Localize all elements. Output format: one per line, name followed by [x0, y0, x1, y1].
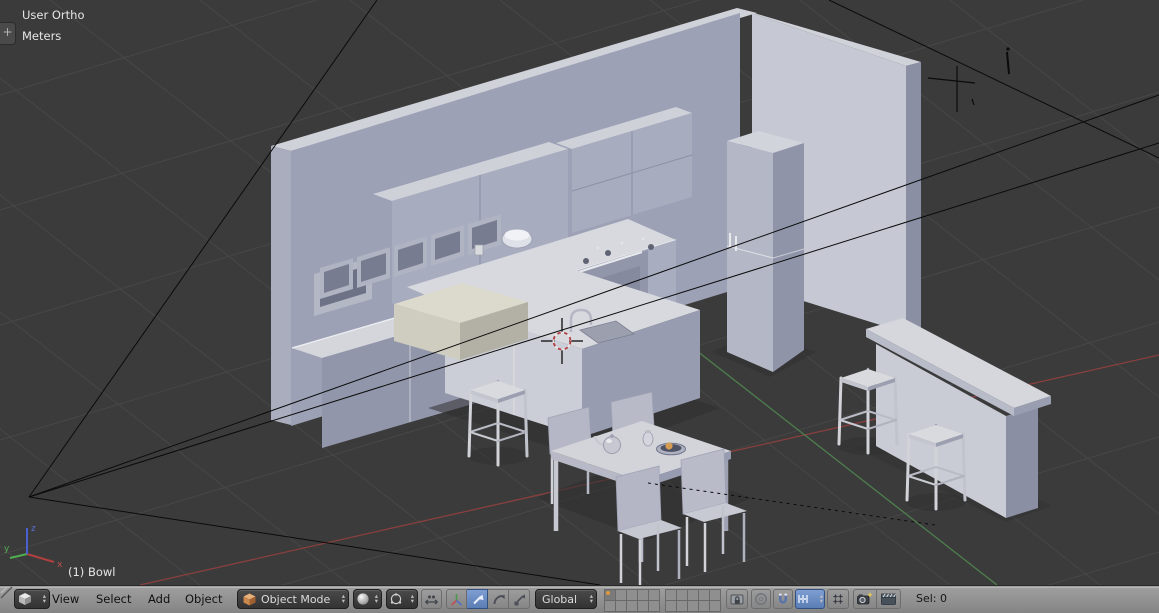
orientation-dropdown-label: Global	[542, 592, 578, 606]
scale-arrow-icon	[514, 593, 525, 605]
shelf-cup[interactable]	[474, 244, 484, 256]
snap-increment-icon	[798, 595, 808, 603]
active-object-label: (1) Bowl	[68, 565, 115, 579]
gizmo-x-label: x	[57, 560, 63, 570]
unit-label: Meters	[22, 29, 61, 43]
translate-arrow-icon	[472, 594, 483, 604]
layer-15[interactable]	[647, 599, 660, 612]
scene-lock-icon	[730, 594, 744, 605]
menu-view[interactable]: View	[48, 590, 83, 608]
absolute-grid-snap-icon	[833, 594, 843, 604]
rotate-widget-button[interactable]	[488, 589, 509, 609]
manipulate-centers-icon	[425, 595, 438, 605]
layer-20[interactable]	[708, 599, 721, 612]
opengl-render-animation-button[interactable]	[877, 589, 901, 609]
translate-widget-button[interactable]	[467, 589, 488, 609]
snap-element-dropdown[interactable]: ▴ ▾	[795, 589, 825, 609]
mode-dropdown[interactable]: Object Mode ▴ ▾	[237, 589, 349, 609]
render-camera-icon	[857, 592, 873, 605]
shading-stepper[interactable]: ▴ ▾	[375, 593, 379, 605]
opengl-render-image-button[interactable]	[853, 589, 877, 609]
pivot-stepper[interactable]: ▴ ▾	[411, 593, 415, 605]
orientation-stepper[interactable]: ▴ ▾	[590, 593, 594, 605]
absolute-grid-snap-button[interactable]	[827, 589, 849, 609]
transform-tripod-icon	[450, 593, 463, 606]
rotate-arc-icon	[493, 594, 505, 604]
snap-toggle-button[interactable]	[773, 589, 793, 609]
lock-to-scene-button[interactable]	[726, 589, 748, 609]
proportional-edit-circle-icon	[754, 592, 768, 606]
pivot-dropdown[interactable]: ▴ ▾	[386, 589, 418, 609]
gizmo-z-label: z	[31, 524, 36, 534]
mode-cube-icon	[243, 593, 256, 605]
snap-magnet-icon	[778, 593, 788, 604]
manipulate-centers-toggle[interactable]	[421, 589, 442, 609]
fruit	[665, 442, 673, 450]
pivot-center-icon	[390, 593, 402, 605]
view-name-label: User Ortho	[22, 8, 84, 22]
menu-select[interactable]: Select	[92, 590, 135, 608]
editor-type-stepper[interactable]: ▴ ▾	[43, 593, 47, 605]
render-clapperboard-icon	[881, 593, 896, 605]
transform-widget-toggle[interactable]	[446, 589, 467, 609]
viewport-3d[interactable]: x y z User Ortho Meters (1) Bowl	[0, 0, 1159, 585]
snap-element-stepper[interactable]: ▴ ▾	[820, 593, 824, 605]
orientation-dropdown[interactable]: Global ▴ ▾	[535, 589, 597, 609]
menu-add[interactable]: Add	[144, 590, 174, 608]
layers-group-1[interactable]	[603, 588, 660, 612]
blender-window: x y z User Ortho Meters (1) Bowl + ▴ ▾ Vi…	[0, 0, 1159, 613]
mode-dropdown-label: Object Mode	[261, 592, 331, 606]
fridge[interactable]	[726, 131, 805, 372]
mode-dropdown-stepper[interactable]: ▴ ▾	[342, 593, 346, 605]
proportional-edit-button[interactable]	[751, 589, 771, 609]
editor-type-dropdown[interactable]: ▴ ▾	[14, 589, 50, 609]
menu-object[interactable]: Object	[181, 590, 226, 608]
layers-group-2[interactable]	[664, 588, 721, 612]
shading-dropdown[interactable]: ▴ ▾	[353, 589, 382, 609]
shading-sphere-icon	[357, 593, 369, 605]
gizmo-y-label: y	[4, 544, 10, 554]
corner-resize-grip[interactable]	[0, 586, 14, 613]
editor-3dview-cube-icon	[19, 593, 31, 605]
shelf-bowl[interactable]	[501, 229, 533, 249]
scale-widget-button[interactable]	[509, 589, 530, 609]
selection-status: Sel: 0	[916, 592, 948, 605]
region-expand-tab[interactable]: +	[0, 22, 16, 45]
